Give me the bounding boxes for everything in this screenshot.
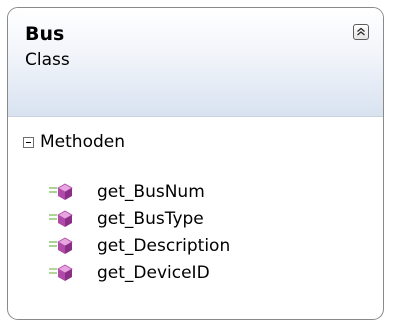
header-divider (8, 116, 383, 117)
method-label: get_BusNum (97, 181, 205, 202)
method-label: get_DeviceID (97, 262, 210, 283)
method-item[interactable]: get_DeviceID (48, 259, 230, 286)
methods-compartment-header[interactable]: Methoden (23, 131, 125, 153)
public-method-icon (48, 183, 78, 201)
class-header: Bus Class (8, 8, 383, 116)
class-name: Bus (25, 23, 65, 45)
method-item[interactable]: get_BusNum (48, 178, 230, 205)
minus-box-icon[interactable] (23, 136, 34, 148)
public-method-icon (48, 237, 78, 255)
public-method-icon (48, 210, 78, 228)
collapse-icon[interactable] (353, 24, 369, 40)
methods-compartment-label: Methoden (40, 132, 125, 152)
method-item[interactable]: get_BusType (48, 205, 230, 232)
method-label: get_BusType (97, 208, 204, 229)
method-item[interactable]: get_Description (48, 232, 230, 259)
public-method-icon (48, 264, 78, 282)
method-list: get_BusNum get_BusType get_Description g… (48, 178, 230, 286)
method-label: get_Description (97, 235, 231, 256)
class-shape-bus[interactable]: Bus Class Methoden get_BusNum get_BusTyp… (7, 7, 384, 320)
class-stereotype: Class (25, 50, 70, 70)
